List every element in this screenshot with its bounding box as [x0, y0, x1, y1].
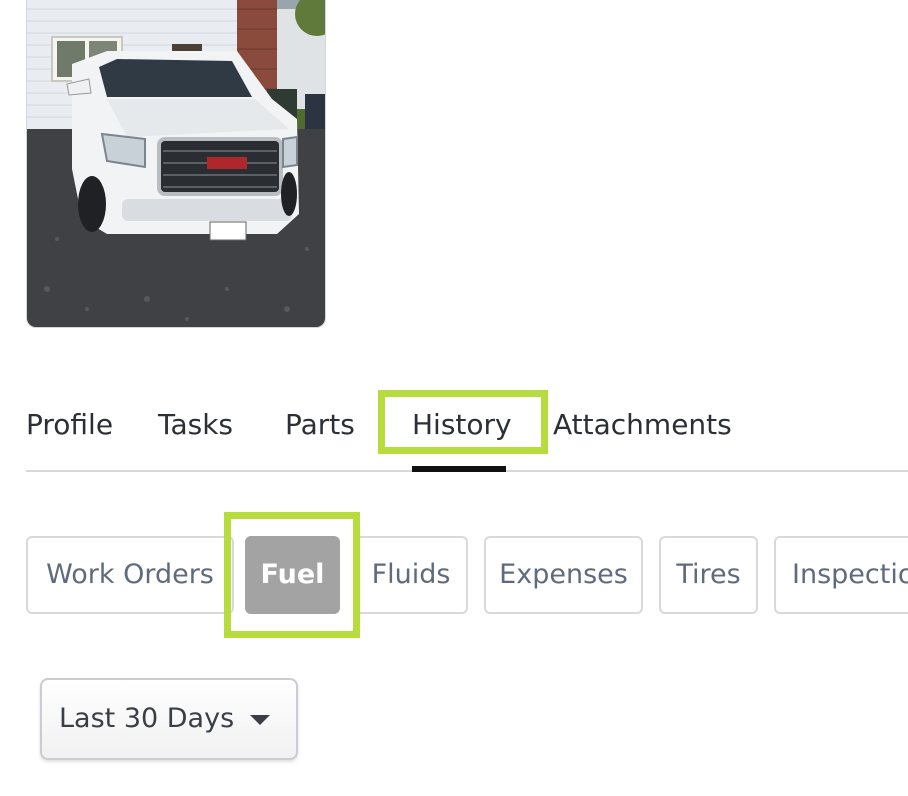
tab-tasks[interactable]: Tasks — [158, 398, 233, 470]
vehicle-photo[interactable] — [26, 0, 326, 328]
tab-history[interactable]: History — [412, 398, 512, 472]
tab-parts[interactable]: Parts — [285, 398, 355, 470]
subtab-tires[interactable]: Tires — [659, 536, 758, 614]
main-tabs: Profile Tasks Parts History Attachments — [26, 398, 908, 472]
subtab-fuel[interactable]: Fuel — [245, 536, 340, 614]
caret-down-icon — [250, 715, 270, 725]
tab-attachments[interactable]: Attachments — [553, 398, 732, 470]
subtab-work-orders[interactable]: Work Orders — [26, 536, 234, 614]
subtab-expenses[interactable]: Expenses — [484, 536, 643, 614]
tab-profile[interactable]: Profile — [26, 398, 113, 470]
date-range-select[interactable]: Last 30 Days — [40, 678, 298, 760]
date-range-value: Last 30 Days — [59, 703, 235, 734]
subtab-inspections[interactable]: Inspectio — [774, 536, 908, 614]
subtab-fluids[interactable]: Fluids — [354, 536, 468, 614]
history-subtabs: Work Orders Fuel Fluids Expenses Tires I… — [0, 536, 908, 616]
